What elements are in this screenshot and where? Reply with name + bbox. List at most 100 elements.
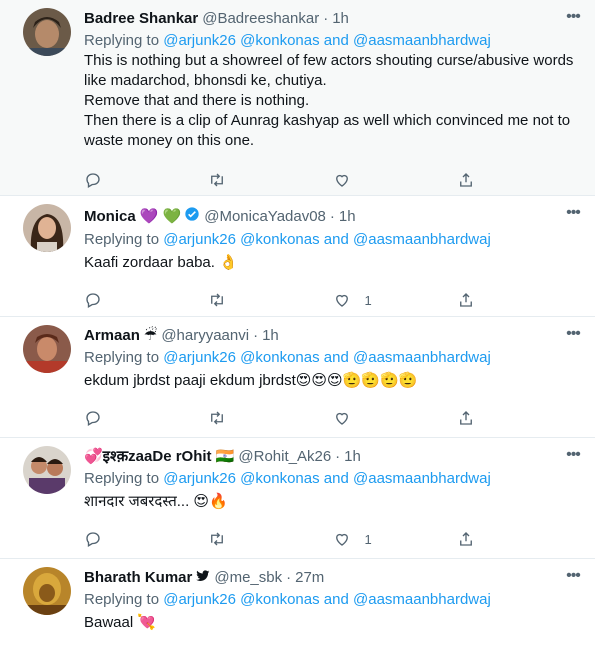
share-icon: [459, 173, 472, 187]
retweet-icon: [211, 173, 224, 187]
share-icon: [459, 293, 472, 307]
tweet-text: Kaafi zordaar baba. 👌: [84, 254, 238, 271]
like-count: 1: [364, 531, 372, 547]
more-options-icon[interactable]: •••: [563, 568, 583, 584]
tweet-header: Monica 💜 💚 @MonicaYadav08 · 1h: [84, 196, 581, 227]
separator-dot: ·: [286, 569, 292, 586]
display-name[interactable]: Badree Shankar: [84, 10, 198, 28]
mention-conjunction[interactable]: and: [324, 349, 349, 366]
tweet-actions: 1: [84, 281, 581, 319]
mention-link[interactable]: @aasmaanbhardwaj: [353, 349, 491, 366]
reply-button[interactable]: [84, 171, 208, 189]
tweet-text: Bawaal 💘: [84, 614, 157, 631]
mention-link[interactable]: @konkonas: [240, 349, 319, 366]
share-button[interactable]: [457, 171, 581, 189]
mention-conjunction[interactable]: and: [324, 591, 349, 608]
mention-link[interactable]: @arjunk26: [163, 349, 236, 366]
tweet-header: Bharath Kumar @me_sbk · 27m: [84, 559, 581, 587]
tweet-header: Badree Shankar @Badreeshankar · 1h: [84, 0, 581, 28]
timestamp[interactable]: 1h: [332, 10, 349, 28]
more-options-icon[interactable]: •••: [563, 447, 583, 463]
display-name[interactable]: Bharath Kumar: [84, 569, 192, 587]
mention-conjunction[interactable]: and: [324, 231, 349, 248]
reply-button[interactable]: [84, 291, 208, 309]
user-handle[interactable]: @me_sbk: [214, 569, 282, 587]
share-icon: [459, 532, 472, 546]
mention-link[interactable]: @arjunk26: [163, 231, 236, 248]
user-handle[interactable]: @Rohit_Ak26: [238, 448, 331, 466]
mention-link[interactable]: @konkonas: [240, 591, 319, 608]
display-name[interactable]: Armaan: [84, 327, 140, 345]
avatar[interactable]: [23, 567, 71, 615]
mention-conjunction[interactable]: and: [324, 32, 349, 49]
display-name[interactable]: Monica: [84, 208, 136, 226]
mention-link[interactable]: @aasmaanbhardwaj: [353, 470, 491, 487]
mention-conjunction[interactable]: and: [324, 470, 349, 487]
mention-link[interactable]: @konkonas: [240, 231, 319, 248]
share-button[interactable]: [457, 409, 581, 427]
mention-link[interactable]: @konkonas: [240, 32, 319, 49]
like-button[interactable]: 1: [333, 530, 457, 548]
like-button[interactable]: [333, 409, 457, 427]
timestamp[interactable]: 1h: [339, 208, 356, 226]
tweet-text: शानदार जबरदस्त... 😍🔥: [84, 493, 228, 510]
replying-to: Replying to @arjunk26 @konkonas and @aas…: [84, 231, 491, 248]
avatar[interactable]: [23, 8, 71, 56]
mention-link[interactable]: @konkonas: [240, 470, 319, 487]
avatar[interactable]: [23, 204, 71, 252]
more-options-icon[interactable]: •••: [563, 205, 583, 221]
replying-to: Replying to @arjunk26 @konkonas and @aas…: [84, 349, 491, 366]
heart-icon: [335, 294, 348, 307]
more-options-icon[interactable]: •••: [563, 326, 583, 342]
like-button[interactable]: 1: [333, 291, 457, 309]
retweet-button[interactable]: [208, 291, 332, 309]
tweet-header: Armaan ☔ @haryyaanvi · 1h: [84, 317, 581, 345]
tweet-actions: [84, 399, 581, 437]
retweet-button[interactable]: [208, 409, 332, 427]
avatar[interactable]: [23, 325, 71, 373]
mention-link[interactable]: @aasmaanbhardwaj: [353, 32, 491, 49]
timestamp[interactable]: 1h: [262, 327, 279, 345]
display-name[interactable]: 💞इश्क़zaaDe rOhit 🇮🇳: [84, 448, 234, 466]
more-options-icon[interactable]: •••: [563, 9, 583, 25]
timestamp[interactable]: 27m: [295, 569, 324, 587]
heart-icon: [335, 174, 348, 187]
share-button[interactable]: [457, 530, 581, 548]
retweet-button[interactable]: [208, 171, 332, 189]
reply-button[interactable]: [84, 409, 208, 427]
mention-link[interactable]: @aasmaanbhardwaj: [353, 231, 491, 248]
user-handle[interactable]: @Badreeshankar: [202, 10, 319, 28]
like-count: 1: [364, 292, 372, 308]
tweet-text: This is nothing but a showreel of few ac…: [84, 52, 574, 149]
like-button[interactable]: [333, 171, 457, 189]
replying-to: Replying to @arjunk26 @konkonas and @aas…: [84, 32, 491, 49]
separator-dot: ·: [253, 327, 259, 344]
retweet-icon: [211, 411, 224, 425]
mention-link[interactable]: @arjunk26: [163, 591, 236, 608]
tweet-header: 💞इश्क़zaaDe rOhit 🇮🇳 @Rohit_Ak26 · 1h: [84, 438, 581, 466]
share-button[interactable]: [457, 291, 581, 309]
mention-link[interactable]: @arjunk26: [163, 470, 236, 487]
tweet[interactable]: 💞इश्क़zaaDe rOhit 🇮🇳 @Rohit_Ak26 · 1h ••…: [0, 438, 595, 559]
mention-link[interactable]: @aasmaanbhardwaj: [353, 591, 491, 608]
tweet[interactable]: Badree Shankar @Badreeshankar · 1h ••• R…: [0, 0, 595, 196]
tweet[interactable]: Bharath Kumar @me_sbk · 27m ••• Replying…: [0, 559, 595, 655]
user-handle[interactable]: @MonicaYadav08: [204, 208, 326, 226]
heart-icon: [335, 533, 348, 546]
bird-icon: [196, 569, 210, 587]
mention-link[interactable]: @arjunk26: [163, 32, 236, 49]
tweet[interactable]: Monica 💜 💚 @MonicaYadav08 · 1h ••• Reply…: [0, 196, 595, 317]
verified-badge-icon: [184, 206, 200, 227]
user-handle[interactable]: @haryyaanvi: [161, 327, 249, 345]
retweet-icon: [211, 293, 224, 307]
tweet[interactable]: Armaan ☔ @haryyaanvi · 1h ••• Replying t…: [0, 317, 595, 438]
replying-to: Replying to @arjunk26 @konkonas and @aas…: [84, 591, 491, 608]
reply-button[interactable]: [84, 530, 208, 548]
timestamp[interactable]: 1h: [344, 448, 361, 466]
retweet-button[interactable]: [208, 530, 332, 548]
tweet-actions: [84, 161, 581, 199]
reply-icon: [86, 411, 100, 426]
reply-icon: [86, 173, 100, 188]
avatar[interactable]: [23, 446, 71, 494]
reply-icon: [86, 532, 100, 547]
